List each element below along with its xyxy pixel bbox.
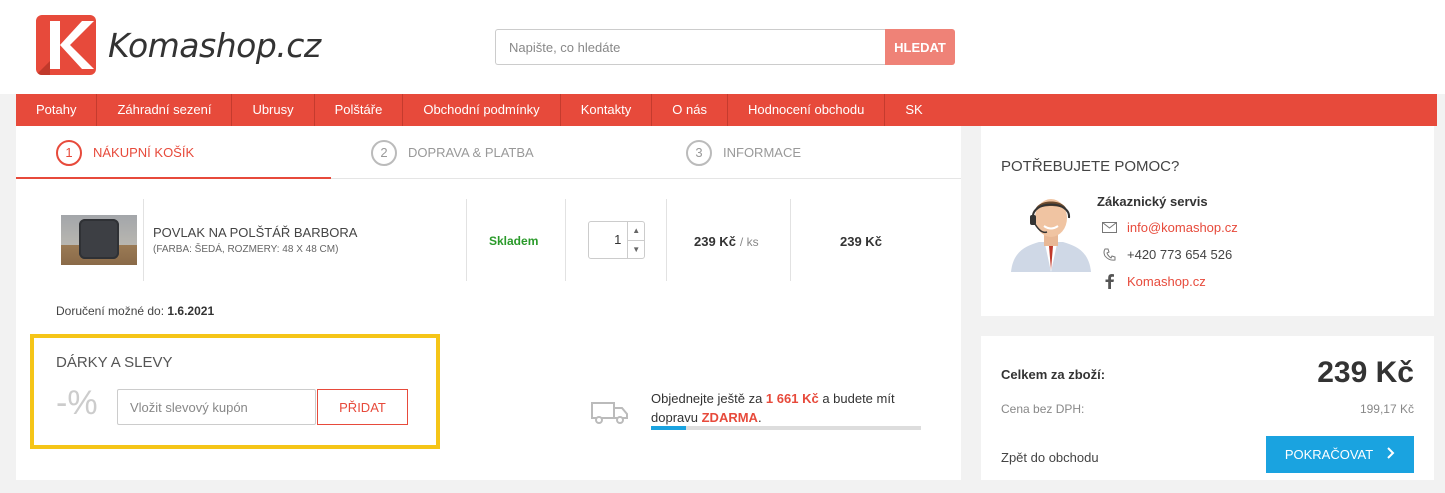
logo[interactable]: Komashop.cz xyxy=(36,15,321,75)
nav-item-obchodni-podminky[interactable]: Obchodní podmínky xyxy=(403,94,561,126)
free-shipping-progress xyxy=(651,426,921,430)
continue-label: POKRAČOVAT xyxy=(1284,447,1374,462)
add-coupon-button[interactable]: PŘIDAT xyxy=(317,389,408,425)
email-link[interactable]: info@komashop.cz xyxy=(1127,220,1238,235)
help-title: POTŘEBUJETE POMOC? xyxy=(1001,158,1180,175)
chevron-up-icon[interactable]: ▲ xyxy=(628,222,644,241)
contact-facebook[interactable]: Komashop.cz xyxy=(1101,274,1206,289)
nav-item-sk[interactable]: SK xyxy=(885,94,942,126)
divider xyxy=(466,199,467,281)
divider xyxy=(666,199,667,281)
step-shipping[interactable]: 2 DOPRAVA & PLATBA xyxy=(371,126,534,179)
divider xyxy=(143,199,144,281)
search-button[interactable]: HLEDAT xyxy=(885,29,955,65)
checkout-steps: 1 NÁKUPNÍ KOŠÍK 2 DOPRAVA & PLATBA 3 INF… xyxy=(16,126,961,179)
delivery-label: Doručení možné do: xyxy=(56,304,165,318)
nav-item-o-nas[interactable]: O nás xyxy=(652,94,728,126)
nav-item-hodnoceni[interactable]: Hodnocení obchodu xyxy=(728,94,886,126)
gifts-discounts-box: DÁRKY A SLEVY -% PŘIDAT xyxy=(30,334,440,449)
contact-email[interactable]: info@komashop.cz xyxy=(1101,220,1238,235)
delivery-info: Doručení možné do: 1.6.2021 xyxy=(56,304,214,318)
quantity-arrows: ▲ ▼ xyxy=(627,222,644,258)
stock-status: Skladem xyxy=(489,234,539,248)
step-label: DOPRAVA & PLATBA xyxy=(408,145,534,160)
nav-item-potahy[interactable]: Potahy xyxy=(16,94,98,126)
continue-button[interactable]: POKRAČOVAT xyxy=(1266,436,1414,473)
quantity-stepper[interactable]: 1 ▲ ▼ xyxy=(588,221,645,259)
step-number: 1 xyxy=(56,139,82,166)
total-label: Celkem za zboží: xyxy=(1001,367,1106,382)
contact-phone[interactable]: +420 773 654 526 xyxy=(1101,247,1232,262)
shipping-text-end: . xyxy=(757,410,762,425)
shipping-text-before: Objednejte ještě za xyxy=(651,391,763,406)
envelope-icon xyxy=(1101,222,1117,233)
coupon-input[interactable] xyxy=(117,389,316,425)
logo-mark-icon xyxy=(36,15,96,75)
main-nav: Potahy Záhradní sezení Ubrusy Polštáře O… xyxy=(16,94,1437,126)
unit-price: 239 Kč / ks xyxy=(694,234,759,249)
product-variant: (FARBA: ŠEDÁ, ROZMERY: 48 X 48 CM) xyxy=(153,244,339,255)
unit-label: / ks xyxy=(739,235,759,249)
net-price-value: 199,17 Kč xyxy=(1359,402,1414,416)
header: Komashop.cz HLEDAT xyxy=(0,0,1445,94)
total-price: 239 Kč xyxy=(1317,356,1414,389)
divider xyxy=(565,199,566,281)
truck-icon xyxy=(591,402,628,424)
gifts-title: DÁRKY A SLEVY xyxy=(56,354,173,371)
unit-price-value: 239 Kč xyxy=(694,234,736,249)
progress-fill xyxy=(651,426,687,430)
product-image[interactable] xyxy=(61,215,137,265)
nav-item-ubrusy[interactable]: Ubrusy xyxy=(232,94,315,126)
nav-item-polstare[interactable]: Polštáře xyxy=(315,94,404,126)
net-price-label: Cena bez DPH: xyxy=(1001,402,1085,416)
nav-item-zahradni-sezeni[interactable]: Záhradní sezení xyxy=(97,94,233,126)
chevron-right-icon xyxy=(1387,447,1395,462)
help-panel: POTŘEBUJETE POMOC? Zákaznický servis inf… xyxy=(981,126,1434,316)
back-to-shop-link[interactable]: Zpět do obchodu xyxy=(1001,450,1099,465)
phone-number: +420 773 654 526 xyxy=(1127,247,1233,262)
search-bar: HLEDAT xyxy=(495,29,955,65)
logo-text: Komashop.cz xyxy=(108,25,321,65)
product-name[interactable]: POVLAK NA POLŠTÁŘ BARBORA xyxy=(153,225,357,240)
order-summary: Celkem za zboží: 239 Kč Cena bez DPH: 19… xyxy=(981,336,1434,480)
shipping-free-label: ZDARMA xyxy=(701,410,758,425)
facebook-icon xyxy=(1101,274,1117,289)
step-number: 3 xyxy=(686,139,712,166)
free-shipping-text: Objednejte ještě za 1 661 Kč a budete mí… xyxy=(651,389,926,427)
shipping-remaining-amount: 1 661 Kč xyxy=(765,391,819,406)
search-input[interactable] xyxy=(495,29,885,65)
delivery-date: 1.6.2021 xyxy=(167,304,215,318)
step-label: INFORMACE xyxy=(723,145,801,160)
step-label: NÁKUPNÍ KOŠÍK xyxy=(93,145,195,160)
cart-item-row: POVLAK NA POLŠTÁŘ BARBORA (FARBA: ŠEDÁ, … xyxy=(16,199,961,281)
quantity-value[interactable]: 1 xyxy=(589,222,627,258)
step-cart[interactable]: 1 NÁKUPNÍ KOŠÍK xyxy=(56,126,194,179)
support-agent-avatar xyxy=(1011,199,1091,272)
phone-icon xyxy=(1101,248,1117,262)
active-step-indicator xyxy=(16,177,331,179)
nav-item-kontakty[interactable]: Kontakty xyxy=(561,94,653,126)
step-information[interactable]: 3 INFORMACE xyxy=(686,126,801,179)
divider xyxy=(790,199,791,281)
chevron-down-icon[interactable]: ▼ xyxy=(628,241,644,259)
facebook-link[interactable]: Komashop.cz xyxy=(1127,274,1206,289)
cart-panel: 1 NÁKUPNÍ KOŠÍK 2 DOPRAVA & PLATBA 3 INF… xyxy=(16,126,961,480)
percent-icon: -% xyxy=(56,384,98,422)
customer-service-title: Zákaznický servis xyxy=(1097,194,1208,209)
item-total-price: 239 Kč xyxy=(840,234,882,249)
step-number: 2 xyxy=(371,139,397,166)
